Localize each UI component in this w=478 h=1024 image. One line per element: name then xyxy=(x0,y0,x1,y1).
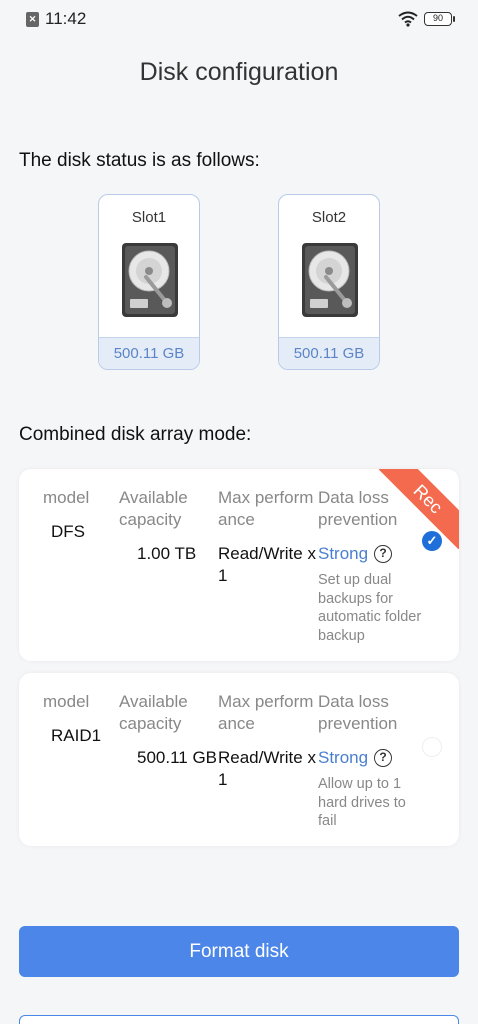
battery-level: 90 xyxy=(432,13,443,23)
select-radio-unchecked[interactable] xyxy=(422,737,442,757)
performance-column: Max performance Read/Write x1 xyxy=(218,487,318,587)
performance-column: Max performance Read/Write x1 xyxy=(218,691,318,791)
page-title: Disk configuration xyxy=(139,58,339,86)
mode-option-raid1[interactable]: model RAID1 Available capacity 500.11 GB… xyxy=(19,673,459,846)
capacity-column: Available capacity 500.11 GB xyxy=(119,691,219,769)
slot-capacity: 500.11 GB xyxy=(99,337,199,369)
model-label: model xyxy=(43,692,90,711)
clock: 11:42 xyxy=(45,9,87,28)
protection-column: Data loss prevention Strong ? Allow up t… xyxy=(318,691,428,831)
slot-label: Slot2 xyxy=(311,209,347,226)
hard-drive-icon xyxy=(302,243,358,317)
protection-label: Data loss prevention xyxy=(318,692,398,733)
capacity-label: Available capacity xyxy=(119,488,188,529)
capacity-column: Available capacity 1.00 TB xyxy=(119,487,219,565)
model-column: model RAID1 xyxy=(43,691,123,747)
capacity-label: Available capacity xyxy=(119,692,188,733)
slot-label: Slot1 xyxy=(131,209,167,226)
status-bar: ✕ 11:42 90 xyxy=(0,0,478,38)
disk-slot-2: Slot2 500.11 GB xyxy=(278,194,380,370)
help-icon[interactable]: ? xyxy=(374,749,393,767)
protection-description: Set up dual backups for automatic folder… xyxy=(318,572,422,644)
disk-status-heading: The disk status is as follows: xyxy=(19,150,260,171)
protection-level: Strong xyxy=(318,544,369,563)
model-label: model xyxy=(43,488,90,507)
recommended-badge: Rec xyxy=(379,469,459,549)
mode-option-dfs[interactable]: model DFS Available capacity 1.00 TB Max… xyxy=(19,469,459,661)
format-disk-button[interactable]: Format disk xyxy=(19,926,459,977)
disk-configuration-screen: ✕ 11:42 90 Disk configuration The disk s… xyxy=(0,0,478,1024)
wifi-icon xyxy=(398,11,418,27)
notification-icon: ✕ xyxy=(26,11,39,27)
protection-level: Strong xyxy=(318,748,369,767)
array-mode-heading: Combined disk array mode: xyxy=(19,424,252,445)
hard-drive-icon xyxy=(122,243,178,317)
model-column: model DFS xyxy=(43,487,123,543)
recommended-badge-label: Rec xyxy=(379,469,459,549)
model-value: DFS xyxy=(51,522,85,541)
secondary-button[interactable] xyxy=(19,1015,459,1024)
battery-icon: 90 xyxy=(424,12,455,26)
capacity-value: 1.00 TB xyxy=(137,544,197,563)
performance-value: Read/Write x1 xyxy=(218,748,316,789)
model-value: RAID1 xyxy=(51,726,102,745)
performance-label: Max performance xyxy=(218,692,314,733)
status-right: 90 xyxy=(398,11,455,27)
protection-description: Allow up to 1 hard drives to fail xyxy=(318,776,406,829)
performance-value: Read/Write x1 xyxy=(218,544,316,585)
disk-slot-1: Slot1 500.11 GB xyxy=(98,194,200,370)
slot-capacity: 500.11 GB xyxy=(279,337,379,369)
capacity-value: 500.11 GB xyxy=(137,748,218,767)
protection-level-row: Strong ? xyxy=(318,747,428,769)
status-left: ✕ 11:42 xyxy=(26,9,86,29)
performance-label: Max performance xyxy=(218,488,314,529)
